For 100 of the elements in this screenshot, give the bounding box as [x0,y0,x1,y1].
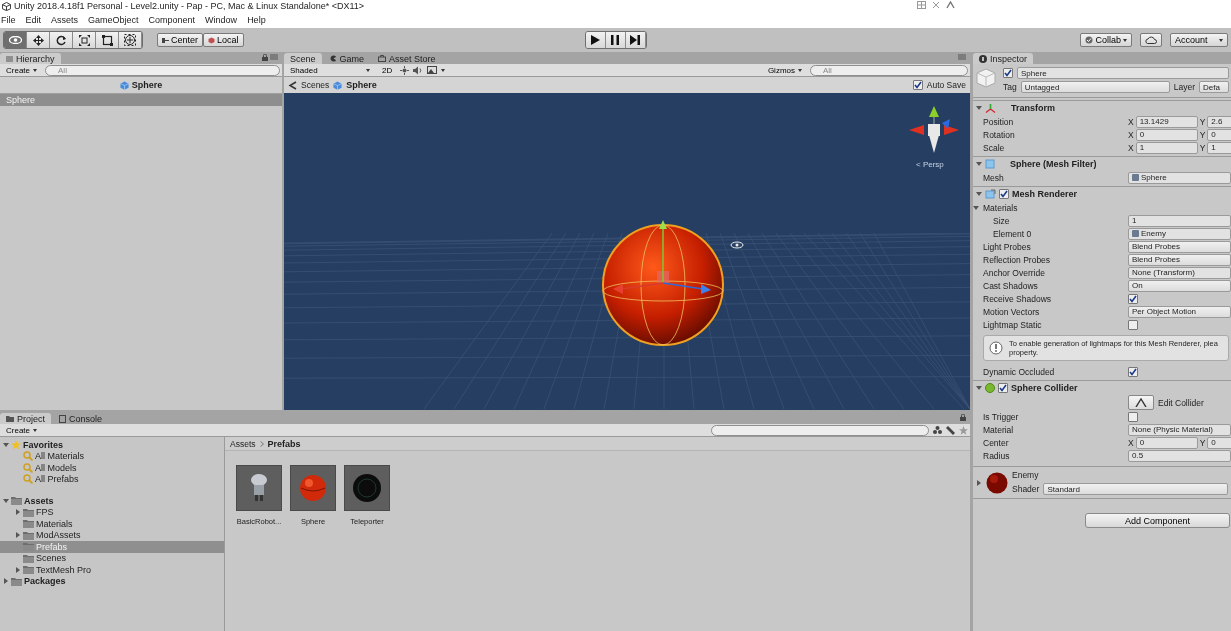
folder-tree-item[interactable]: Materials [0,518,224,530]
foldout-arrow-icon[interactable] [973,204,979,211]
layer-dropdown[interactable]: Defa [1199,81,1229,93]
panel-tab[interactable]: Project [0,413,51,424]
dropdown-field[interactable]: Blend Probes [1128,240,1231,253]
number-field[interactable]: 2.6 [1207,115,1231,128]
foldout-arrow-icon[interactable] [14,532,21,539]
asset-thumbnail[interactable] [344,465,390,511]
panel-tab[interactable]: Scene [284,53,322,64]
tool-button[interactable] [96,32,119,48]
foldout-arrow-icon[interactable] [976,385,982,391]
dropdown-field[interactable]: Per Object Motion [1128,305,1231,318]
step-button[interactable] [625,32,646,48]
tag-dropdown[interactable]: Untagged [1020,81,1170,93]
lighting-icon[interactable] [400,65,410,75]
shading-dropdown[interactable]: Shaded [286,64,374,76]
star-icon[interactable] [959,425,968,435]
foldout-arrow-icon[interactable] [14,566,21,573]
lock-icon[interactable] [262,54,268,61]
scene-viewport[interactable]: < Persp [284,93,970,410]
checkbox[interactable] [1128,366,1138,377]
foldout-arrow-icon[interactable] [2,497,9,504]
folder-tree-item[interactable]: Assets [0,495,224,507]
foldout-arrow-icon[interactable] [976,191,982,197]
checkbox[interactable] [1128,293,1138,304]
search-field[interactable]: All [810,64,968,76]
pause-button[interactable] [605,32,626,48]
create-dropdown[interactable]: Create [2,64,41,76]
tool-button[interactable] [119,32,142,48]
search-field[interactable]: All [45,64,280,76]
menu-item[interactable]: Assets [51,15,79,25]
value-field[interactable]: None (Transform) [1128,266,1231,279]
collab-button[interactable]: Collab [1080,33,1132,47]
folder-tree-item[interactable]: All Prefabs [0,473,224,485]
menu-item[interactable]: File [1,15,16,25]
asset-thumbnail[interactable] [236,465,282,511]
foldout-arrow-icon[interactable] [2,441,9,448]
panel-tab[interactable]: Console [53,413,109,424]
foldout-arrow-icon[interactable] [976,479,982,486]
menu-item[interactable]: Component [148,15,196,25]
restore-icon[interactable] [917,1,926,9]
checkbox[interactable] [1128,319,1138,330]
menu-item[interactable]: Edit [25,15,42,25]
play-button[interactable] [585,32,606,48]
folder-tree-item[interactable]: Packages [0,575,224,587]
number-field[interactable]: 1 [1135,141,1198,154]
mode-2d-toggle[interactable]: 2D [378,64,397,76]
value-field[interactable]: 0.5 [1128,449,1231,462]
number-field[interactable]: 0 [1135,436,1198,449]
component-header[interactable]: Mesh Renderer [973,186,1231,201]
folder-tree-item[interactable]: TextMesh Pro [0,564,224,576]
edit-collider-button[interactable] [1128,395,1154,410]
pivot-toggle-button[interactable]: Local [203,33,244,47]
folder-tree-item[interactable]: Favorites [0,439,224,451]
component-header[interactable]: Sphere Collider [973,380,1231,395]
number-field[interactable]: 0 [1135,128,1198,141]
value-field[interactable]: 1 [1128,214,1231,227]
checkbox[interactable] [1128,411,1138,422]
tool-button[interactable] [73,32,96,48]
projection-label[interactable]: < Persp [916,160,944,169]
filter-type-icon[interactable] [933,426,942,434]
component-header[interactable]: Transform [973,100,1231,115]
dropdown-field[interactable]: On [1128,279,1231,292]
name-field[interactable]: Sphere [1017,67,1229,79]
tool-button[interactable] [50,32,73,48]
foldout-arrow-icon[interactable] [14,509,21,516]
create-dropdown[interactable]: Create [2,424,41,436]
speaker-icon[interactable] [413,65,424,75]
panel-tab[interactable]: Inspector [973,53,1034,64]
asset-thumbnail[interactable] [290,465,336,511]
tool-button[interactable] [27,32,50,48]
foldout-arrow-icon[interactable] [2,578,9,585]
folder-tree-item[interactable]: All Models [0,462,224,474]
component-enabled-checkbox[interactable] [999,189,1009,199]
cloud-button[interactable] [1140,33,1162,47]
panel-tab[interactable]: Asset Store [372,53,442,64]
component-enabled-checkbox[interactable] [998,383,1008,393]
lock-icon[interactable] [960,414,966,421]
gizmos-dropdown[interactable]: Gizmos [763,64,806,76]
number-field[interactable]: 1 [1207,141,1231,154]
folder-tree-item[interactable]: ModAssets [0,529,224,541]
foldout-arrow-icon[interactable] [976,105,982,111]
add-component-button[interactable]: Add Component [1085,513,1230,528]
pivot-toggle-button[interactable]: Center [157,33,203,47]
component-header[interactable]: Sphere (Mesh Filter) [973,156,1231,171]
breadcrumb-link[interactable]: Scenes [301,80,330,90]
shader-dropdown[interactable]: Standard [1043,483,1228,495]
panel-tab[interactable]: Hierarchy [0,53,61,64]
foldout-arrow-icon[interactable] [976,161,982,167]
panel-tab[interactable]: Game [323,53,371,64]
active-checkbox[interactable] [1003,68,1013,78]
dropdown-field[interactable]: Blend Probes [1128,253,1231,266]
menu-item[interactable]: Help [247,15,266,25]
breadcrumb-link[interactable]: Assets [230,438,256,449]
folder-tree-item[interactable]: FPS [0,506,224,518]
foldout-label[interactable]: Materials [983,202,1018,213]
search-field[interactable] [711,424,929,436]
folder-tree-item[interactable]: All Materials [0,450,224,462]
object-field[interactable]: Sphere [1128,171,1231,184]
auto-save-checkbox[interactable] [912,80,923,90]
